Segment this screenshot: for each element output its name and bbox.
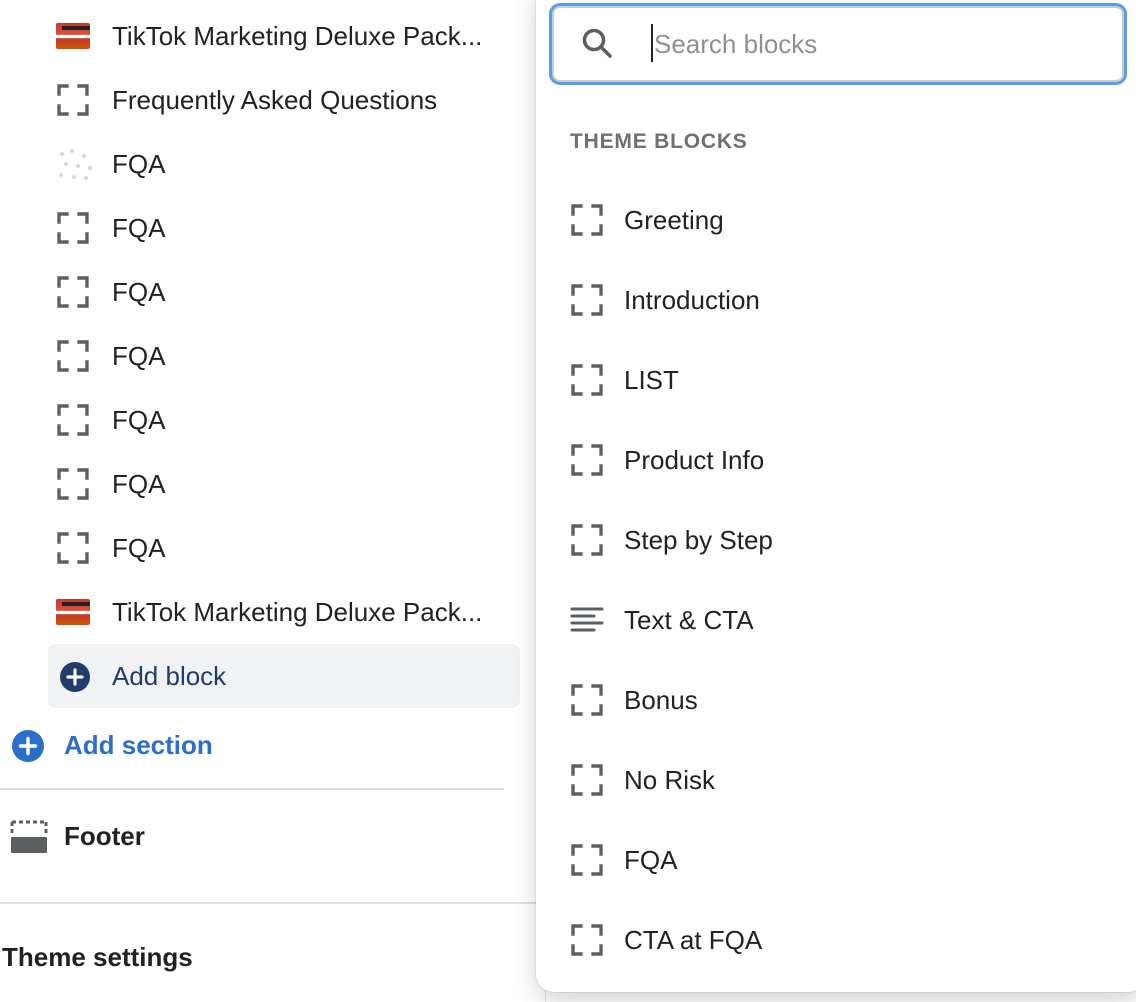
theme-block-label: Introduction	[624, 285, 760, 315]
block-frame-icon	[570, 443, 604, 477]
block-item[interactable]: FQA	[48, 132, 520, 196]
add-section-label: Add section	[64, 730, 213, 760]
plus-circle-icon	[12, 730, 44, 762]
block-frame-icon	[56, 403, 90, 437]
theme-block-option[interactable]: Text & CTA	[556, 580, 1126, 660]
faded-image-icon	[56, 147, 92, 181]
theme-settings-link[interactable]: Theme settings	[2, 930, 193, 984]
theme-block-option[interactable]: Step by Step	[556, 500, 1126, 580]
theme-block-label: No Risk	[624, 765, 716, 795]
block-frame-icon	[56, 531, 90, 565]
section-heading: THEME BLOCKS	[570, 130, 748, 153]
add-section-button[interactable]: Add section	[0, 718, 520, 772]
theme-block-label: Product Info	[624, 445, 765, 475]
theme-block-label: Greeting	[624, 205, 724, 235]
divider	[0, 788, 504, 790]
theme-block-option[interactable]: Greeting	[556, 180, 1126, 260]
search-field[interactable]	[552, 6, 1124, 82]
add-block-popover: THEME BLOCKS Greeting Introduction LIST …	[536, 0, 1136, 992]
product-thumbnail-icon	[56, 595, 90, 629]
theme-block-label: Text & CTA	[624, 605, 754, 635]
theme-block-option[interactable]: Introduction	[556, 260, 1126, 340]
theme-block-label: CTA at FQA	[624, 925, 763, 955]
block-frame-icon	[56, 339, 90, 373]
theme-block-option[interactable]: CTA at FQA	[556, 900, 1126, 980]
theme-block-label: LIST	[624, 365, 679, 395]
search-icon	[580, 26, 616, 62]
block-item-label: FQA	[112, 533, 166, 563]
footer-section-item[interactable]: Footer	[0, 806, 520, 866]
block-item[interactable]: FQA	[48, 452, 520, 516]
block-frame-icon	[570, 763, 604, 797]
block-item-label: FQA	[112, 149, 166, 179]
block-item-label: FQA	[112, 341, 166, 371]
block-frame-icon	[570, 203, 604, 237]
add-block-label: Add block	[112, 661, 227, 691]
block-item-label: FQA	[112, 469, 166, 499]
block-item-label: TikTok Marketing Deluxe Pack...	[112, 597, 483, 627]
divider	[0, 902, 545, 904]
theme-block-option[interactable]: Product Info	[556, 420, 1126, 500]
block-frame-icon	[56, 211, 90, 245]
block-item[interactable]: FQA	[48, 324, 520, 388]
block-frame-icon	[570, 523, 604, 557]
block-frame-icon	[570, 923, 604, 957]
theme-block-option[interactable]: LIST	[556, 340, 1126, 420]
block-item[interactable]: FQA	[48, 516, 520, 580]
sidebar-block-list: TikTok Marketing Deluxe Pack... Frequent…	[0, 0, 546, 1002]
block-item-label: FQA	[112, 213, 166, 243]
block-frame-icon	[56, 83, 90, 117]
text-lines-icon	[570, 603, 604, 637]
theme-block-option[interactable]: FQA	[556, 820, 1126, 900]
theme-block-label: Step by Step	[624, 525, 773, 555]
block-item-label: FQA	[112, 277, 166, 307]
block-item[interactable]: FQA	[48, 388, 520, 452]
block-item[interactable]: TikTok Marketing Deluxe Pack...	[48, 580, 520, 644]
block-frame-icon	[570, 363, 604, 397]
theme-block-option[interactable]: No Risk	[556, 740, 1126, 820]
block-item[interactable]: TikTok Marketing Deluxe Pack...	[48, 4, 520, 68]
block-frame-icon	[56, 467, 90, 501]
block-item-label: FQA	[112, 405, 166, 435]
block-item-label: Frequently Asked Questions	[112, 85, 438, 115]
footer-label: Footer	[64, 821, 145, 851]
block-item[interactable]: FQA	[48, 260, 520, 324]
block-frame-icon	[570, 283, 604, 317]
block-item[interactable]: Frequently Asked Questions	[48, 68, 520, 132]
theme-block-option[interactable]: Bonus	[556, 660, 1126, 740]
editor-canvas: TikTok Marketing Deluxe Pack... Frequent…	[0, 0, 1136, 1002]
search-input[interactable]	[652, 18, 1096, 70]
theme-block-label: Bonus	[624, 685, 698, 715]
block-frame-icon	[56, 275, 90, 309]
block-frame-icon	[570, 843, 604, 877]
block-item[interactable]: FQA	[48, 196, 520, 260]
add-block-button[interactable]: Add block	[48, 644, 520, 708]
product-thumbnail-icon	[56, 19, 90, 53]
block-frame-icon	[570, 683, 604, 717]
plus-circle-icon	[60, 662, 90, 692]
theme-block-label: FQA	[624, 845, 678, 875]
block-item-label: TikTok Marketing Deluxe Pack...	[112, 21, 483, 51]
footer-section-icon	[10, 818, 48, 856]
